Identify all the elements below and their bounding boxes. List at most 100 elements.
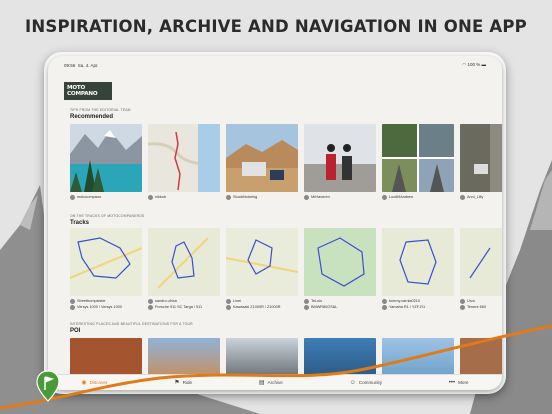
track-vehicle: Tenere 660 [467, 305, 486, 309]
poi-row [70, 338, 502, 378]
page-headline: INSPIRATION, ARCHIVE AND NAVIGATION IN O… [25, 17, 527, 36]
tab-ride[interactable]: ⚑ Ride [174, 379, 192, 386]
card-author: nikkob [155, 195, 166, 199]
app-screen: 09:56 Sa. 4. Apr. ◠ 100 % ▬ MOTO COMPANO… [48, 56, 502, 390]
vehicle-icon [70, 304, 75, 310]
battery-text: 100 % [467, 62, 481, 67]
tab-label: Ride [182, 380, 193, 385]
avatar [226, 298, 231, 304]
more-icon: ••• [448, 379, 456, 386]
track-map [148, 228, 220, 296]
track-map [382, 228, 454, 296]
recommended-row: motocompano nikkob StuckMotoring MrHaver… [70, 124, 502, 200]
poi-card[interactable] [148, 338, 220, 378]
tracks-kicker: ON THE TRACKS OF MOTOCOMPANEROS [70, 214, 145, 218]
poi-kicker: INTERESTING PLACES AND BEAUTIFUL DESTINA… [70, 322, 193, 326]
vehicle-icon [304, 304, 309, 310]
avatar [148, 298, 153, 304]
camp-photo [226, 124, 298, 192]
recommended-card[interactable]: motocompano [70, 124, 142, 200]
avatar [304, 194, 309, 200]
track-author: Urzu [467, 299, 476, 303]
avatar [382, 298, 387, 304]
recommended-kicker: TIPS FROM THE EDITORIAL TEAM [70, 108, 131, 112]
map-thumbnail [148, 124, 220, 192]
rock-photo [460, 124, 502, 192]
avatar [304, 298, 309, 304]
poi-card[interactable] [382, 338, 454, 378]
track-vehicle: Versys 1000 / Versys 1000 [77, 305, 122, 309]
app-logo[interactable]: MOTO COMPANO [64, 82, 112, 100]
poi-card[interactable] [460, 338, 502, 378]
card-author: Luci69Andrew [389, 195, 414, 199]
status-bar: 09:56 Sa. 4. Apr. ◠ 100 % ▬ [64, 60, 486, 70]
vehicle-icon [226, 304, 231, 310]
poi-card[interactable] [304, 338, 376, 378]
track-author: Linei [233, 299, 242, 303]
logo-line2: COMPANO [67, 91, 98, 97]
status-date: Sa. 4. Apr. [77, 62, 99, 68]
battery-icon: ▬ [481, 62, 487, 67]
track-map [460, 228, 502, 296]
poi-photo [460, 338, 502, 378]
track-map [226, 228, 298, 296]
tab-community[interactable]: ☺ Community [350, 380, 382, 386]
track-author: tommy.varnia0210 [389, 299, 420, 303]
avatar [70, 298, 75, 304]
tab-label: Community [358, 380, 383, 385]
tracks-title: Tracks [70, 220, 90, 226]
card-author: Anni_Lilly [467, 195, 484, 199]
vehicle-icon [382, 304, 387, 310]
poi-title: POI [70, 328, 81, 334]
tab-archive[interactable]: ▤ Archive [259, 379, 283, 386]
lake-photo [70, 124, 142, 192]
tab-more[interactable]: ••• More [449, 380, 469, 386]
track-vehicle: Yamaha R1 / YZF-R1 [389, 305, 426, 309]
tab-discover[interactable]: ◉ Discover [81, 379, 107, 386]
track-author: TeLuis [311, 299, 322, 303]
track-card[interactable]: Urzu Tenere 660 [460, 228, 502, 310]
poi-card[interactable] [226, 338, 298, 378]
avatar [460, 194, 465, 200]
card-author: StuckMotoring [233, 195, 258, 199]
recommended-card[interactable]: MrHaveren [304, 124, 376, 200]
track-card[interactable]: TeLuis BMWR80GS&L [304, 228, 376, 310]
location-pin-icon [36, 370, 60, 402]
recommended-card[interactable]: Anni_Lilly [460, 124, 502, 200]
poi-photo [70, 338, 142, 378]
track-vehicle: Kawasaki Z1000R / Z1000R [233, 305, 281, 309]
track-card[interactable]: tommy.varnia0210 Yamaha R1 / YZF-R1 [382, 228, 454, 310]
community-icon: ☺ [349, 379, 356, 386]
tab-label: More [458, 380, 469, 385]
avatar [460, 298, 465, 304]
track-card[interactable]: sandro.ulrica Porsche 911 SC Targa / 911 [148, 228, 220, 310]
road-collage-photo [382, 124, 454, 192]
track-map [304, 228, 376, 296]
recommended-card[interactable]: Luci69Andrew [382, 124, 454, 200]
vehicle-icon [460, 304, 465, 310]
poi-card[interactable] [70, 338, 142, 378]
vehicle-icon [148, 304, 153, 310]
track-vehicle: BMWR80GS&L [311, 305, 338, 309]
recommended-card[interactable]: StuckMotoring [226, 124, 298, 200]
track-author: sandro.ulrica [155, 299, 177, 303]
track-author: Streetbumpsister [77, 299, 106, 303]
avatar [226, 194, 231, 200]
tab-label: Discover [89, 380, 108, 385]
poi-photo [226, 338, 298, 378]
tracks-row: Streetbumpsister Versys 1000 / Versys 10… [70, 228, 502, 310]
motorcycle-photo [304, 124, 376, 192]
ride-icon: ⚑ [174, 380, 180, 386]
track-card[interactable]: Streetbumpsister Versys 1000 / Versys 10… [70, 228, 142, 310]
archive-icon: ▤ [258, 380, 265, 386]
tab-bar: ◉ Discover ⚑ Ride ▤ Archive ☺ Community ••• M… [48, 374, 502, 390]
track-card[interactable]: Linei Kawasaki Z1000R / Z1000R [226, 228, 298, 310]
poi-photo [304, 338, 376, 378]
discover-icon: ◉ [81, 380, 87, 386]
recommended-card[interactable]: nikkob [148, 124, 220, 200]
track-map [70, 228, 142, 296]
poi-photo [148, 338, 220, 378]
status-time: 09:56 [64, 62, 76, 68]
avatar [148, 194, 153, 200]
track-vehicle: Porsche 911 SC Targa / 911 [155, 305, 203, 309]
